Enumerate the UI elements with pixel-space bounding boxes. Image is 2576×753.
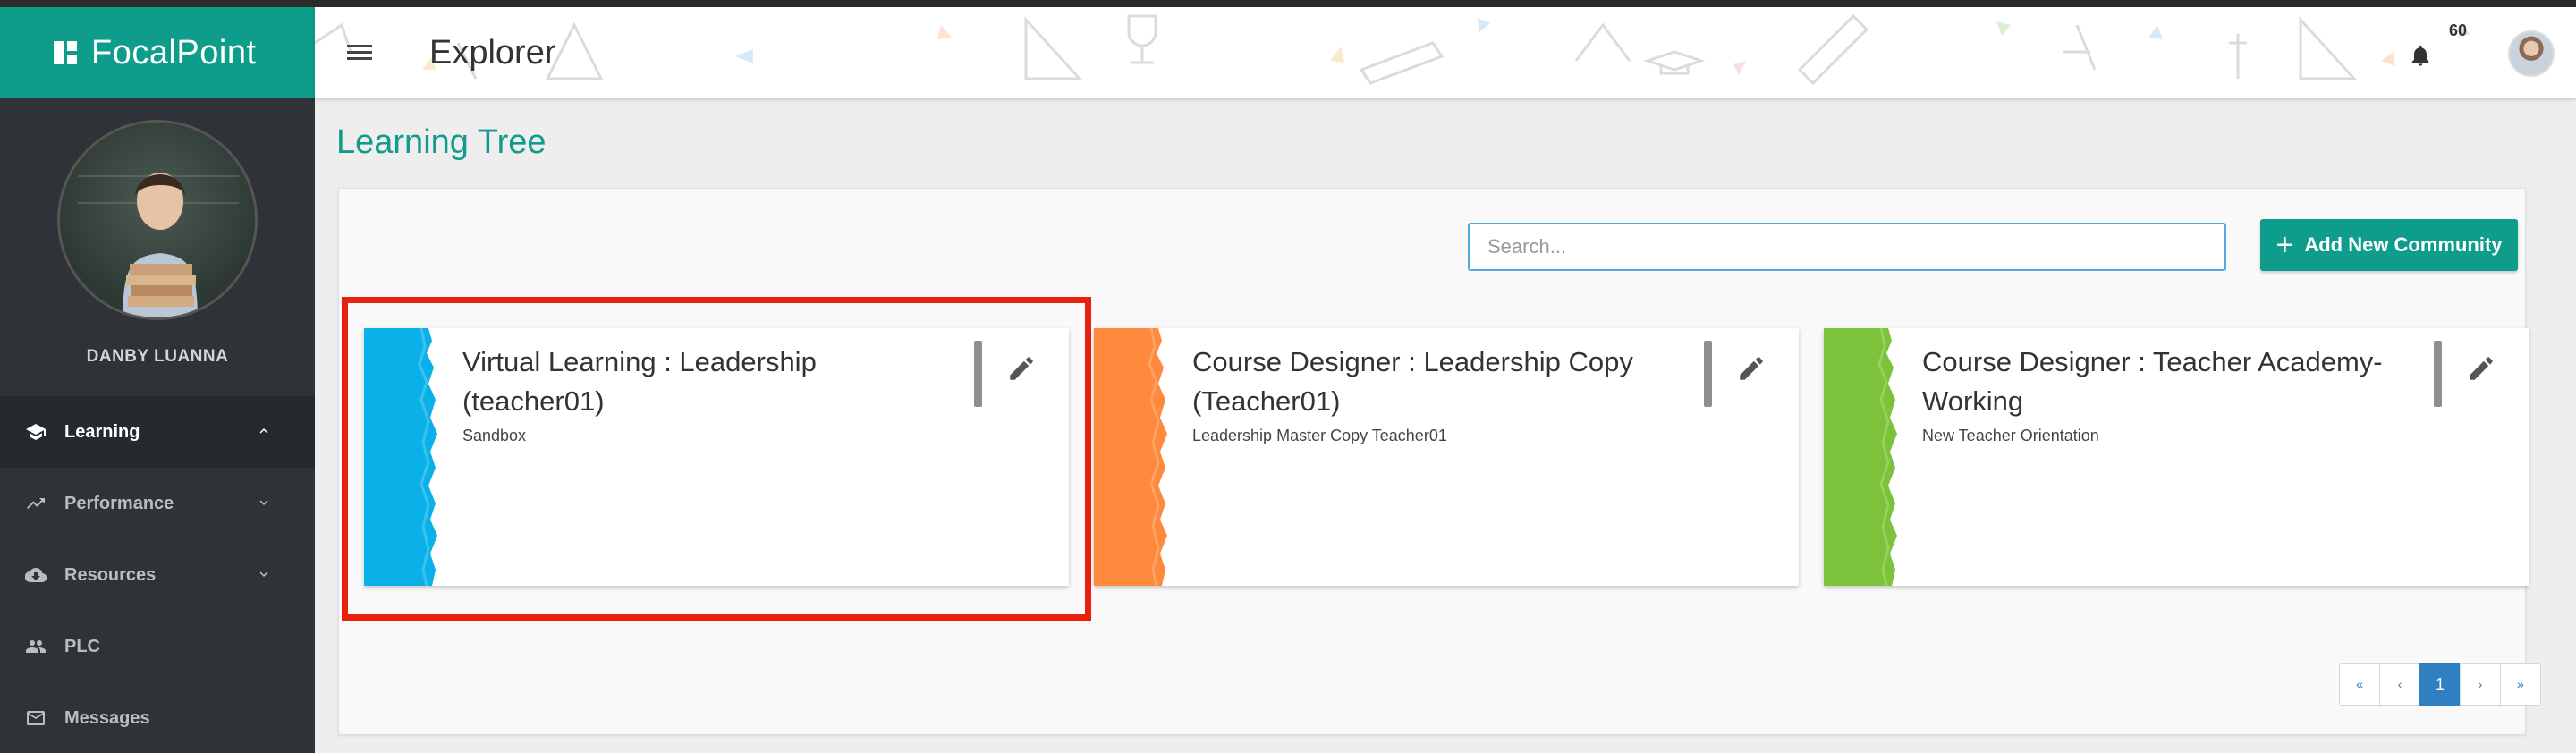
card-subtitle: New Teacher Orientation	[1922, 427, 2099, 444]
brand-logo[interactable]: FocalPoint	[0, 7, 315, 98]
card-scrollbar[interactable]	[974, 341, 982, 407]
sidebar-item-messages[interactable]: Messages	[0, 682, 315, 753]
sidebar-item-label: Resources	[64, 564, 157, 585]
hamburger-menu-icon[interactable]	[347, 41, 372, 66]
card-title: Virtual Learning : Leadership (teacher01…	[462, 346, 817, 417]
sidebar-item-learning[interactable]: Learning	[0, 396, 315, 468]
bell-icon[interactable]	[2408, 43, 2433, 68]
brand-name: FocalPoint	[91, 33, 257, 72]
search-input[interactable]	[1468, 223, 2226, 271]
edit-pencil-icon[interactable]	[1006, 353, 1037, 384]
sidebar-item-plc[interactable]: PLC	[0, 611, 315, 682]
sidebar-item-label: Messages	[64, 707, 150, 728]
page-next-button[interactable]: ›	[2460, 663, 2501, 706]
avatar[interactable]	[2508, 30, 2555, 77]
page-first-button[interactable]: «	[2339, 663, 2380, 706]
page-title: Explorer	[429, 34, 556, 72]
mail-icon	[27, 711, 45, 725]
card-title: Course Designer : Teacher Academy-Workin…	[1922, 346, 2383, 417]
chevron-down-icon	[259, 571, 268, 577]
profile-photo[interactable]	[57, 120, 258, 320]
sidebar-nav: Learning Performance Resources PLC Messa…	[0, 396, 315, 753]
card-scrollbar[interactable]	[1704, 341, 1712, 407]
community-card[interactable]: Virtual Learning : Leadership (teacher01…	[364, 328, 1069, 586]
chevron-up-icon	[259, 428, 268, 434]
card-color-stripe	[1094, 328, 1171, 586]
trending-up-icon	[27, 498, 45, 509]
sidebar-item-label: Performance	[64, 493, 174, 513]
graduation-cap-icon	[26, 424, 46, 440]
sidebar-item-resources[interactable]: Resources	[0, 539, 315, 611]
profile-name: DANBY LUANNA	[86, 347, 229, 366]
card-scrollbar[interactable]	[2434, 341, 2442, 407]
sidebar: FocalPoint DANBY LUANNA Learning Perform…	[0, 7, 315, 753]
card-color-stripe	[1824, 328, 1901, 586]
dashboard-icon	[54, 41, 77, 64]
community-card[interactable]: Course Designer : Teacher Academy-Workin…	[1824, 328, 2529, 586]
top-header: Explorer 60	[315, 7, 2576, 98]
cloud-download-icon	[25, 567, 47, 583]
card-color-stripe	[364, 328, 441, 586]
section-title: Learning Tree	[336, 123, 547, 161]
sidebar-item-performance[interactable]: Performance	[0, 468, 315, 539]
plus-icon: +	[2275, 228, 2294, 262]
page-last-button[interactable]: »	[2500, 663, 2541, 706]
pagination: « ‹ 1 › »	[2339, 663, 2541, 706]
card-subtitle: Leadership Master Copy Teacher01	[1192, 427, 1447, 444]
add-button-label: Add New Community	[2304, 233, 2503, 256]
card-title: Course Designer : Leadership Copy (Teach…	[1192, 346, 1633, 417]
community-panel: + Add New Community Virtual Learning : L…	[338, 188, 2541, 735]
edit-pencil-icon[interactable]	[2466, 353, 2496, 384]
community-card[interactable]: Course Designer : Leadership Copy (Teach…	[1094, 328, 1799, 586]
page-current-button[interactable]: 1	[2419, 663, 2461, 706]
sidebar-item-label: PLC	[64, 636, 100, 656]
header-pattern	[315, 13, 2470, 86]
edit-pencil-icon[interactable]	[1736, 353, 1767, 384]
notification-count: 60	[2449, 21, 2468, 39]
card-subtitle: Sandbox	[462, 427, 527, 444]
people-icon	[26, 640, 46, 653]
page-prev-button[interactable]: ‹	[2379, 663, 2420, 706]
chevron-down-icon	[259, 500, 268, 505]
sidebar-item-label: Learning	[64, 421, 140, 442]
window-top-strip	[0, 0, 2576, 7]
add-new-community-button[interactable]: + Add New Community	[2260, 219, 2518, 271]
